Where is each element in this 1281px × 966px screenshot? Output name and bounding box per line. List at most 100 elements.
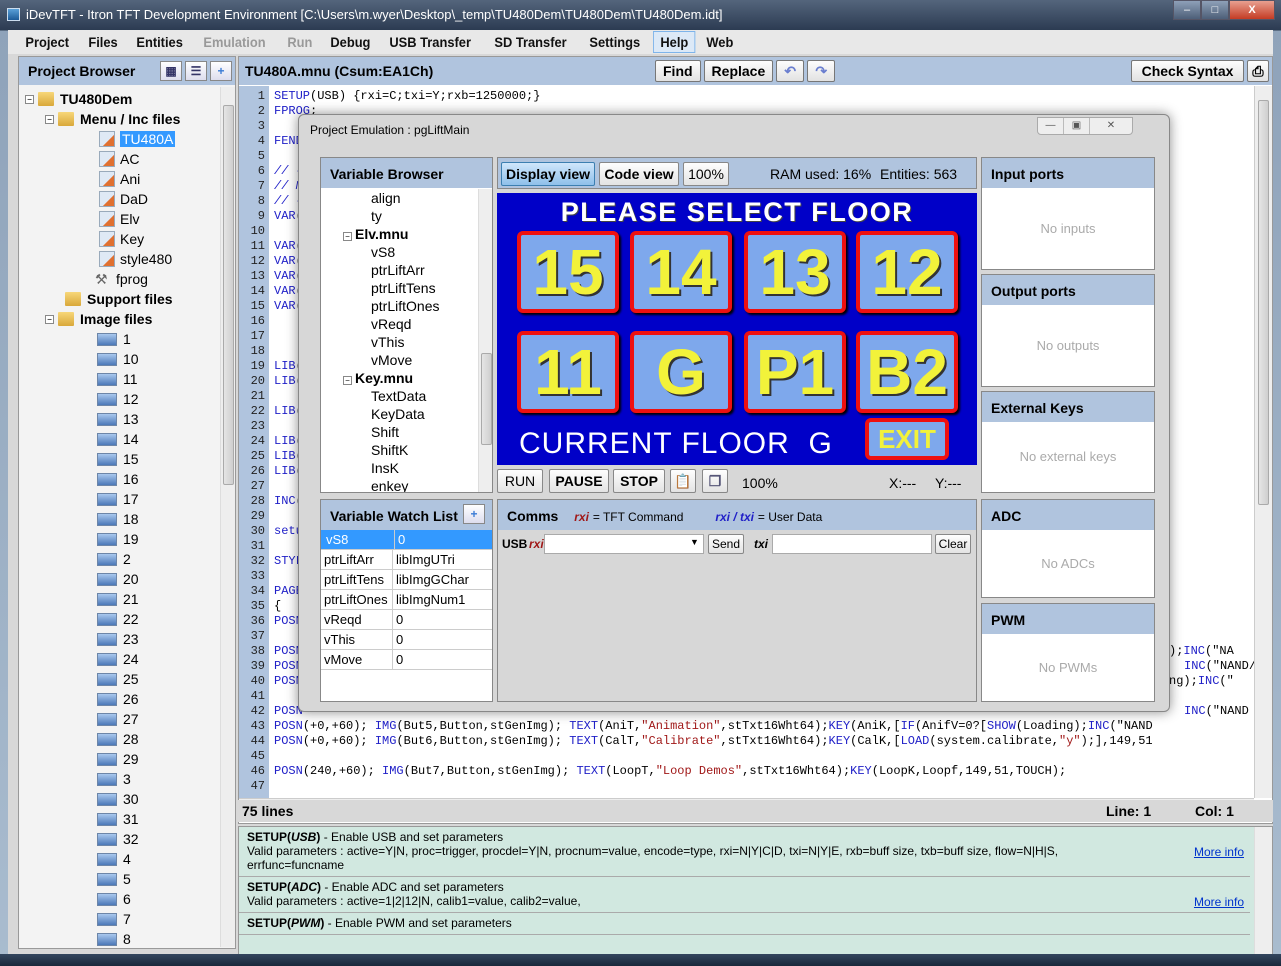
variable-tree-item[interactable]: KeyData — [371, 406, 425, 422]
stop-button[interactable]: STOP — [613, 469, 665, 493]
collapse-icon[interactable]: − — [45, 314, 54, 324]
variable-tree-item[interactable]: vReqd — [371, 316, 411, 332]
tree-item-image[interactable]: 32 — [97, 829, 139, 849]
menu-settings[interactable]: Settings — [582, 31, 648, 53]
tree-root[interactable]: − TU480Dem — [25, 89, 132, 109]
tree-folder-support[interactable]: Support files — [65, 289, 173, 309]
variable-tree-item[interactable]: vThis — [371, 334, 404, 350]
tree-item-image[interactable]: 16 — [97, 469, 139, 489]
menu-files[interactable]: Files — [81, 31, 125, 53]
dialog-maximize-button[interactable]: ▣ — [1064, 118, 1090, 134]
variable-tree-item[interactable]: ptrLiftArr — [371, 262, 425, 278]
variable-tree-item[interactable]: ptrLiftOnes — [371, 298, 439, 314]
floor-button[interactable]: 14 — [630, 231, 732, 313]
scroll-thumb[interactable] — [223, 105, 234, 485]
add-icon[interactable]: + — [210, 61, 232, 81]
replace-button[interactable]: Replace — [703, 60, 774, 82]
tree-folder-menu[interactable]: − Menu / Inc files — [45, 109, 180, 129]
tree-item-image[interactable]: 22 — [97, 609, 139, 629]
variable-tree-item[interactable]: ptrLiftTens — [371, 280, 436, 296]
variable-tree-item[interactable]: InsK — [371, 460, 399, 476]
variable-tree-item[interactable]: enkey — [371, 478, 408, 492]
tree-folder-images[interactable]: − Image files — [45, 309, 152, 329]
print-icon[interactable]: ⎙ — [1247, 60, 1269, 82]
watch-row[interactable]: vMove 0 — [321, 650, 492, 670]
dialog-close-button[interactable]: ✕ — [1090, 118, 1132, 134]
variable-tree-item[interactable]: Shift — [371, 424, 399, 440]
watch-row[interactable]: ptrLiftArr libImgUTri — [321, 550, 492, 570]
collapse-icon[interactable]: − — [343, 376, 352, 385]
txi-input[interactable] — [772, 534, 932, 554]
tree-item-file[interactable]: Ani — [99, 169, 140, 189]
exit-button[interactable]: EXIT — [865, 418, 949, 460]
tree-item-image[interactable]: 23 — [97, 629, 139, 649]
tree-item-image[interactable]: 20 — [97, 569, 139, 589]
tree-item-image[interactable]: 21 — [97, 589, 139, 609]
floor-button[interactable]: P1 — [744, 331, 846, 413]
more-info-link[interactable]: More info — [1194, 845, 1244, 859]
tree-item-image[interactable]: 29 — [97, 749, 139, 769]
tree-item-image[interactable]: 27 — [97, 709, 139, 729]
tree-item-image[interactable]: 2 — [97, 549, 131, 569]
watch-row[interactable]: vReqd 0 — [321, 610, 492, 630]
scroll-thumb[interactable] — [1258, 100, 1269, 505]
maximize-button[interactable]: □ — [1201, 0, 1229, 20]
add-watch-icon[interactable]: + — [463, 504, 485, 524]
menu-sd-transfer[interactable]: SD Transfer — [487, 31, 574, 53]
tree-item-image[interactable]: 8 — [97, 929, 131, 947]
variable-browser-scrollbar[interactable] — [478, 189, 492, 492]
tree-item-image[interactable]: 25 — [97, 669, 139, 689]
tree-item-image[interactable]: 13 — [97, 409, 139, 429]
tree-item-image[interactable]: 6 — [97, 889, 131, 909]
copy-icon[interactable]: ❐ — [702, 469, 728, 493]
send-button[interactable]: Send — [708, 534, 744, 554]
tree-item-image[interactable]: 14 — [97, 429, 139, 449]
tree-item-file[interactable]: DaD — [99, 189, 148, 209]
tree-item-file[interactable]: AC — [99, 149, 139, 169]
editor-vertical-scrollbar[interactable] — [1254, 86, 1272, 798]
rxi-combo[interactable] — [544, 534, 704, 554]
tree-item-fprog[interactable]: ⚒ fprog — [95, 269, 148, 289]
menu-debug[interactable]: Debug — [323, 31, 378, 53]
tree-item-image[interactable]: 17 — [97, 489, 139, 509]
tree-item-image[interactable]: 1 — [97, 329, 131, 349]
menu-web[interactable]: Web — [699, 31, 741, 53]
tree-item-image[interactable]: 11 — [97, 369, 138, 389]
help-scrollbar[interactable] — [1254, 827, 1272, 965]
collapse-icon[interactable]: − — [25, 94, 34, 104]
display-view-tab[interactable]: Display view — [501, 162, 595, 186]
menu-usb-transfer[interactable]: USB Transfer — [382, 31, 478, 53]
variable-tree-item[interactable]: − Elv.mnu — [343, 226, 408, 242]
variable-tree-item[interactable]: TextData — [371, 388, 426, 404]
variable-tree-item[interactable]: align — [371, 190, 401, 206]
tree-item-image[interactable]: 31 — [97, 809, 139, 829]
scroll-thumb[interactable] — [481, 353, 492, 445]
watch-row[interactable]: vThis 0 — [321, 630, 492, 650]
more-info-link[interactable]: More info — [1194, 895, 1244, 909]
collapse-icon[interactable]: − — [343, 232, 352, 241]
variable-tree-item[interactable]: ShiftK — [371, 442, 408, 458]
close-button[interactable]: X — [1229, 0, 1275, 20]
paste-icon[interactable]: 📋 — [670, 469, 696, 493]
tree-item-file[interactable]: Key — [99, 229, 144, 249]
menu-help[interactable]: Help — [652, 31, 696, 53]
tree-item-image[interactable]: 10 — [97, 349, 139, 369]
variable-tree-item[interactable]: − Key.mnu — [343, 370, 413, 386]
run-button[interactable]: RUN — [497, 469, 543, 493]
tree-item-image[interactable]: 30 — [97, 789, 139, 809]
redo-icon[interactable]: ↷ — [807, 60, 836, 82]
floor-button[interactable]: G — [630, 331, 732, 413]
menu-entities[interactable]: Entities — [129, 31, 190, 53]
chevron-down-icon[interactable]: ▼ — [690, 537, 699, 547]
list-view-icon[interactable]: ☰ — [185, 61, 207, 81]
tree-item-image[interactable]: 26 — [97, 689, 139, 709]
tree-item-file[interactable]: style480 — [99, 249, 172, 269]
tree-item-file[interactable]: TU480A — [99, 129, 176, 149]
tree-item-image[interactable]: 15 — [97, 449, 139, 469]
zoom-button[interactable]: 100% — [683, 162, 729, 186]
watch-row[interactable]: vS8 0 — [321, 530, 492, 550]
tree-item-image[interactable]: 3 — [97, 769, 131, 789]
tft-display[interactable]: PLEASE SELECT FLOOR 15 14 13 12 11 G P1 B2 CURR… — [497, 193, 977, 465]
code-view-tab[interactable]: Code view — [599, 162, 679, 186]
tree-item-file[interactable]: Elv — [99, 209, 139, 229]
